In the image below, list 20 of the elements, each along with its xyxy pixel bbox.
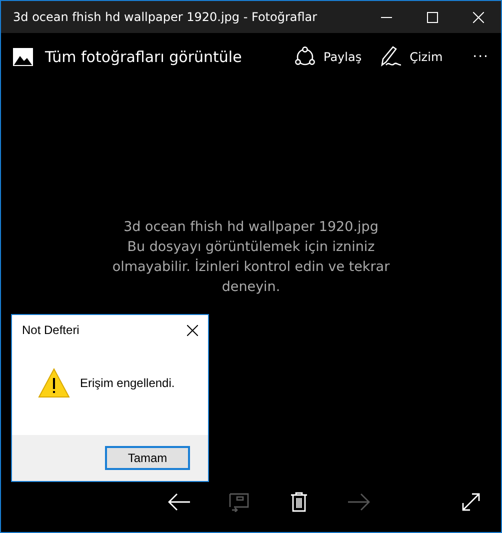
share-button[interactable]: Paylaş [294, 45, 362, 69]
share-icon [294, 46, 316, 68]
maximize-icon[interactable] [426, 12, 438, 22]
draw-button[interactable]: Çizim [380, 45, 443, 69]
error-message: Bu dosyayı görüntülemek için izniniz olmayabilir. İzinleri kontrol edin ve tekrar deneyin. [111, 238, 391, 296]
pen-icon [380, 45, 402, 69]
dialog-message: Erişim engellendi. [80, 376, 175, 390]
expand-icon[interactable] [461, 492, 481, 512]
ok-button[interactable]: Tamam [105, 446, 190, 470]
back-arrow-icon[interactable] [167, 492, 191, 512]
trash-icon[interactable] [290, 492, 308, 512]
image-icon[interactable] [13, 48, 33, 66]
error-message: 3d ocean fhish hd wallpaper 1920.jpg [122, 218, 380, 236]
window-title: 3d ocean fhish hd wallpaper 1920.jpg - Fotoğraflar [12, 10, 318, 24]
all-photos-link[interactable]: Tüm fotoğrafları görüntüle [45, 48, 242, 66]
dialog-title: Not Defteri [22, 323, 80, 337]
warning-icon [38, 368, 70, 398]
more-button[interactable]: ··· [472, 49, 489, 65]
close-icon[interactable] [187, 324, 198, 336]
minimize-icon[interactable] [380, 16, 392, 18]
